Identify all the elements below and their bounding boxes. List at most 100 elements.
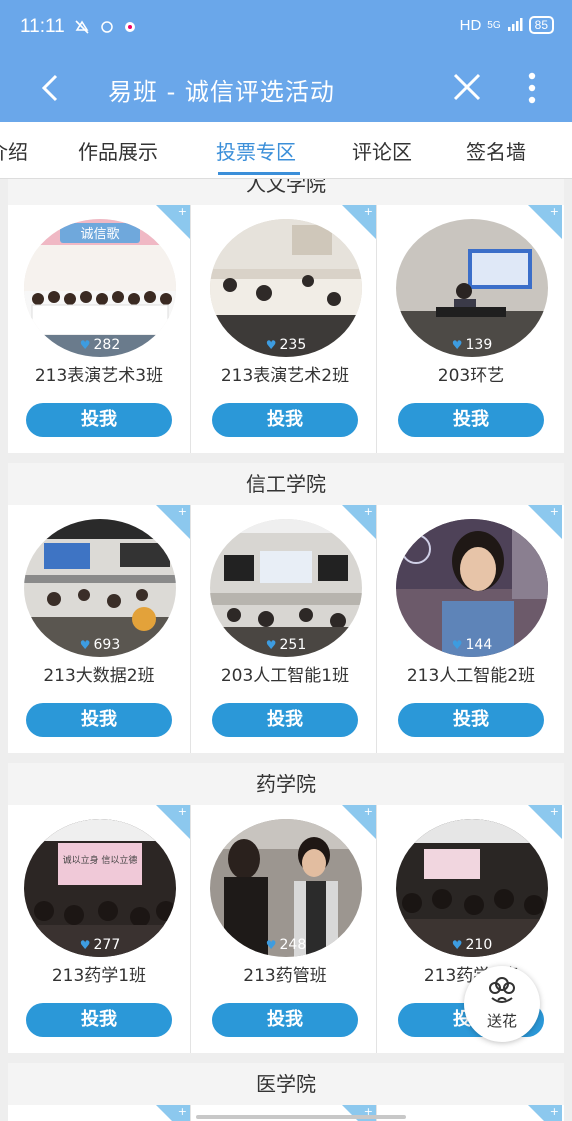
banner-text: 诚信歌 [80,227,119,242]
class-name: 213大数据2班 [43,666,155,686]
vote-button[interactable]: 投我 [26,703,172,737]
heart-icon: ♥ [451,338,463,352]
tab-bar: 介绍 作品展示 投票专区 评论区 签名墙 [0,122,572,179]
flower-icon [489,977,515,1003]
vote-count: ♥ 248 [265,937,307,953]
heart-icon: ♥ [79,938,91,952]
app-icon [101,20,113,33]
entry-card: + ♥ 693 213大数据2班 投我 [8,505,191,753]
heart-icon: ♥ [265,638,277,652]
vote-count: ♥ 282 [79,337,121,353]
college-name: 药学院 [8,763,564,805]
entry-card: + [380,1105,562,1121]
entry-photo[interactable]: ♥ 248 [210,819,362,957]
tab-comments[interactable]: 评论区 [352,136,412,165]
class-name: 203人工智能1班 [220,666,350,686]
entry-photo[interactable]: ♥ 144 [396,519,548,657]
entry-card: + ♥ 235 213表演艺术2班 投我 [194,205,377,453]
entry-photo[interactable]: ♥ 139 [396,219,548,357]
vote-count: ♥ 139 [451,337,493,353]
tab-intro[interactable]: 介绍 [0,136,28,165]
slide-text: 诚以立身 信以立德 [63,854,138,866]
entry-card: + 诚信歌 ♥ 282 213表演艺术3班 投我 [8,205,191,453]
plus-icon: + [177,1105,187,1118]
entry-photo[interactable]: 诚以立身 信以立德 ♥ 277 [24,819,176,957]
heart-icon: ♥ [79,638,91,652]
app-header: 易班 - 诚信评选活动 [0,56,572,122]
plus-icon: + [549,505,559,518]
class-name: 213药学1班 [51,966,147,986]
vote-count: ♥ 251 [265,637,307,653]
signal-icon [507,18,523,31]
vote-count: ♥ 235 [265,337,307,353]
vote-button[interactable]: 投我 [398,403,544,437]
entry-photo[interactable]: 诚信歌 ♥ 282 [24,219,176,357]
more-icon[interactable] [522,70,542,106]
back-icon[interactable] [34,70,70,106]
college-section: 人文学院 + 诚信歌 ♥ 282 213表演艺术3班 投我 + ♥ 235 213表… [8,179,564,453]
plus-icon: + [177,805,187,818]
entry-card: + ♥ 248 213药管班 投我 [194,805,377,1053]
send-flower-button[interactable]: 送花 [464,966,540,1042]
heart-icon: ♥ [265,938,277,952]
page-title: 易班 - 诚信评选活动 [108,78,335,106]
notification-icons [74,17,136,35]
tab-signature-wall[interactable]: 签名墙 [466,136,526,165]
college-section: 信工学院 + ♥ 693 213大数据2班 投我 + ♥ 251 203人工智能1班… [8,463,564,753]
vote-button[interactable]: 投我 [398,703,544,737]
vote-button[interactable]: 投我 [212,403,358,437]
vote-button[interactable]: 投我 [212,1003,358,1037]
heart-icon: ♥ [451,638,463,652]
entry-card: + 诚以立身 信以立德 ♥ 277 213药学1班 投我 [8,805,191,1053]
plus-icon: + [549,805,559,818]
vote-button[interactable]: 投我 [26,403,172,437]
hd-indicator: HD [459,16,482,34]
entry-card: + ♥ 144 213人工智能2班 投我 [380,505,562,753]
entry-photo[interactable]: ♥ 235 [210,219,362,357]
vote-button[interactable]: 投我 [212,703,358,737]
class-name: 213表演艺术2班 [220,366,350,386]
entry-card: + [8,1105,191,1121]
class-name: 203环艺 [437,366,505,386]
heart-icon: ♥ [451,938,463,952]
vote-count: ♥ 210 [451,937,493,953]
class-name: 213人工智能2班 [406,666,536,686]
entry-photo[interactable]: ♥ 210 [396,819,548,957]
entry-card: + ♥ 139 203环艺 投我 [380,205,562,453]
plus-icon: + [363,205,373,218]
vote-count: ♥ 144 [451,637,493,653]
class-name: 213表演艺术3班 [34,366,164,386]
heart-icon: ♥ [265,338,277,352]
battery-icon: 85 [528,16,554,34]
plus-icon: + [549,205,559,218]
heart-icon: ♥ [79,338,91,352]
entry-card: + ♥ 251 203人工智能1班 投我 [194,505,377,753]
vote-count: ♥ 693 [79,637,121,653]
vote-count: ♥ 277 [79,937,121,953]
close-icon[interactable] [450,70,484,104]
plus-icon: + [363,505,373,518]
status-right: HD 5G 85 [460,16,554,34]
active-tab-indicator [218,172,300,175]
mute-icon [75,19,89,34]
send-flower-label: 送花 [486,1012,517,1030]
tab-works[interactable]: 作品展示 [78,136,158,165]
plus-icon: + [177,205,187,218]
college-section: 医学院 + + + [8,1063,564,1121]
college-name: 医学院 [8,1063,564,1105]
college-name: 人文学院 [8,179,564,205]
college-name: 信工学院 [8,463,564,505]
status-time: 11:11 [20,16,65,37]
class-name: 213药管班 [243,966,327,986]
app-icon [124,21,135,32]
status-bar: 11:11 HD 5G 85 [0,0,572,56]
home-indicator [196,1115,406,1119]
plus-icon: + [549,1105,559,1118]
tab-voting[interactable]: 投票专区 [216,136,296,165]
entry-photo[interactable]: ♥ 251 [210,519,362,657]
entry-photo[interactable]: ♥ 693 [24,519,176,657]
network-indicator: 5G [487,19,501,31]
vote-button[interactable]: 投我 [26,1003,172,1037]
plus-icon: + [363,805,373,818]
plus-icon: + [177,505,187,518]
